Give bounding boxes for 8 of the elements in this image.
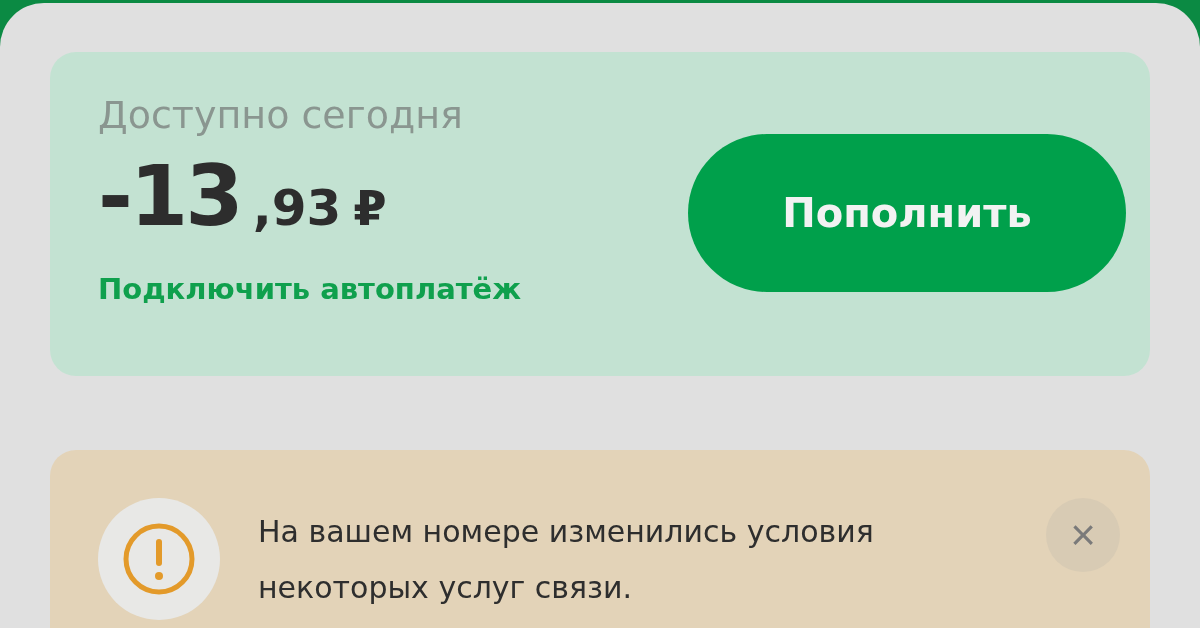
balance-title: Доступно сегодня <box>98 92 464 139</box>
autopay-link[interactable]: Подключить автоплатёж <box>98 272 522 306</box>
currency-sign: ₽ <box>353 180 387 236</box>
notice-text: На вашем номере изменились условия некоторых услуг связи. <box>258 513 875 607</box>
balance-amount: -13 <box>98 146 241 246</box>
close-button[interactable]: × <box>1046 498 1120 572</box>
balance-kopecks: ,93 <box>252 179 342 237</box>
top-up-button[interactable]: Пополнить <box>688 134 1126 292</box>
